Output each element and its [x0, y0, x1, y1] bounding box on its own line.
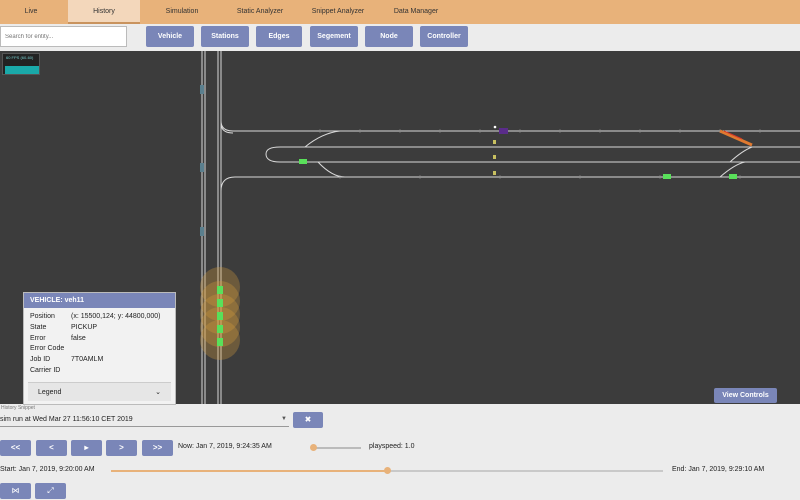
row-value: 7T0AMLM — [71, 356, 104, 364]
vehicle[interactable] — [719, 129, 753, 147]
station-marker[interactable] — [200, 85, 204, 94]
vehicle-row-carrier-id: Carrier ID — [24, 366, 175, 377]
vehicle-row-state: State PICKUP — [24, 323, 175, 334]
vehicle-row-position: Position (x: 15500,124; y: 44800,000) — [24, 312, 175, 323]
expand-icon: ⤢ — [47, 486, 54, 495]
node-marker[interactable] — [493, 171, 496, 175]
expand-button[interactable]: ⤢ — [35, 483, 66, 499]
fps-meter: 60 FPS (60-60) — [2, 53, 40, 75]
node-marker[interactable] — [493, 155, 496, 159]
row-key: Error Code — [30, 345, 65, 353]
skip-back-button[interactable]: << — [0, 440, 31, 456]
vehicle-filter-button[interactable]: Vehicle — [146, 26, 194, 47]
tab-history[interactable]: History — [68, 0, 140, 24]
track-ticks — [319, 129, 761, 179]
cursor-marker — [493, 125, 497, 129]
fps-graph — [5, 66, 39, 74]
clear-snippet-button[interactable]: ✖ — [293, 412, 323, 428]
vehicle[interactable] — [729, 174, 737, 179]
main-tabbar: Live History Simulation Static Analyzer … — [0, 0, 800, 24]
stations-filter-button[interactable]: Stations — [201, 26, 249, 47]
end-time-text: End: Jan 7, 2019, 9:29:10 AM — [672, 466, 765, 473]
node-filter-button[interactable]: Node — [365, 26, 413, 47]
station-marker[interactable] — [200, 163, 204, 172]
step-forward-button[interactable]: > — [106, 440, 137, 456]
tab-snippet-analyzer[interactable]: Snippet Analyzer — [302, 0, 374, 24]
timeline-progress — [111, 470, 387, 472]
station-marker[interactable] — [200, 227, 204, 236]
chevron-down-icon: ⌄ — [155, 389, 161, 396]
skip-forward-button[interactable]: >> — [142, 440, 173, 456]
history-snippet-select[interactable]: sim run at Wed Mar 27 11:56:10 CET 2019 … — [0, 412, 289, 427]
tab-simulation[interactable]: Simulation — [146, 0, 218, 24]
row-key: Position — [30, 313, 55, 320]
split-view-button[interactable]: ⋈ — [0, 483, 31, 499]
start-time-text: Start: Jan 7, 2019, 9:20:00 AM — [0, 466, 95, 473]
playspeed-slider-thumb[interactable] — [310, 444, 317, 451]
row-value: (x: 15500,124; y: 44800,000) — [71, 313, 161, 320]
vehicle-row-job-id: Job ID 7T0AMLM — [24, 355, 175, 366]
tab-live[interactable]: Live — [0, 0, 62, 24]
play-button[interactable]: ▸ — [71, 440, 102, 456]
row-value: false — [71, 334, 86, 342]
step-back-button[interactable]: < — [36, 440, 67, 456]
vehicle-detail-panel: VEHICLE: veh11 Position (x: 15500,124; y… — [23, 292, 176, 405]
vehicle[interactable] — [217, 325, 223, 333]
history-snippet-label: History Snippet — [1, 405, 35, 411]
playspeed-text: playspeed: 1.0 — [369, 443, 415, 450]
fps-text: 60 FPS (60-60) — [6, 55, 34, 60]
tab-data-manager[interactable]: Data Manager — [380, 0, 452, 24]
node-marker[interactable] — [493, 140, 496, 144]
vehicle[interactable] — [217, 286, 223, 294]
vehicle-row-error-code: Error Code — [24, 344, 175, 355]
vehicle-panel-title: VEHICLE: veh11 — [24, 293, 175, 308]
row-key: Carrier ID — [30, 366, 61, 374]
entity-toolbar: Vehicle Stations Edges Segement Node Con… — [0, 24, 800, 51]
segment-filter-button[interactable]: Segement — [310, 26, 358, 47]
row-key: Error — [30, 334, 46, 342]
view-controls-button[interactable]: View Controls — [714, 388, 777, 403]
vehicle[interactable] — [217, 299, 223, 307]
close-icon: ✖ — [304, 415, 312, 424]
playspeed-slider[interactable] — [311, 447, 361, 449]
edges-filter-button[interactable]: Edges — [256, 26, 302, 47]
current-time-text: Now: Jan 7, 2019, 9:24:35 AM — [178, 443, 272, 450]
controller-filter-button[interactable]: Controller — [420, 26, 468, 47]
legend-expander[interactable]: Legend ⌄ — [28, 382, 171, 401]
entity-search-input[interactable] — [0, 26, 127, 47]
legend-label: Legend — [38, 389, 62, 396]
vehicle[interactable] — [663, 174, 671, 179]
vehicle-row-error: Error false — [24, 334, 175, 345]
row-key: State — [30, 323, 47, 331]
vehicle[interactable] — [499, 128, 508, 134]
split-icon: ⋈ — [11, 486, 20, 495]
row-value: PICKUP — [71, 323, 98, 331]
dropdown-arrow-icon: ▼ — [281, 416, 287, 422]
timeline-slider-thumb[interactable] — [383, 467, 391, 474]
tab-static-analyzer[interactable]: Static Analyzer — [224, 0, 296, 24]
history-snippet-value: sim run at Wed Mar 27 11:56:10 CET 2019 — [0, 416, 133, 423]
vehicle[interactable] — [299, 159, 307, 164]
vehicle[interactable] — [217, 312, 223, 320]
row-key: Job ID — [30, 356, 51, 364]
vehicle[interactable] — [217, 338, 223, 346]
